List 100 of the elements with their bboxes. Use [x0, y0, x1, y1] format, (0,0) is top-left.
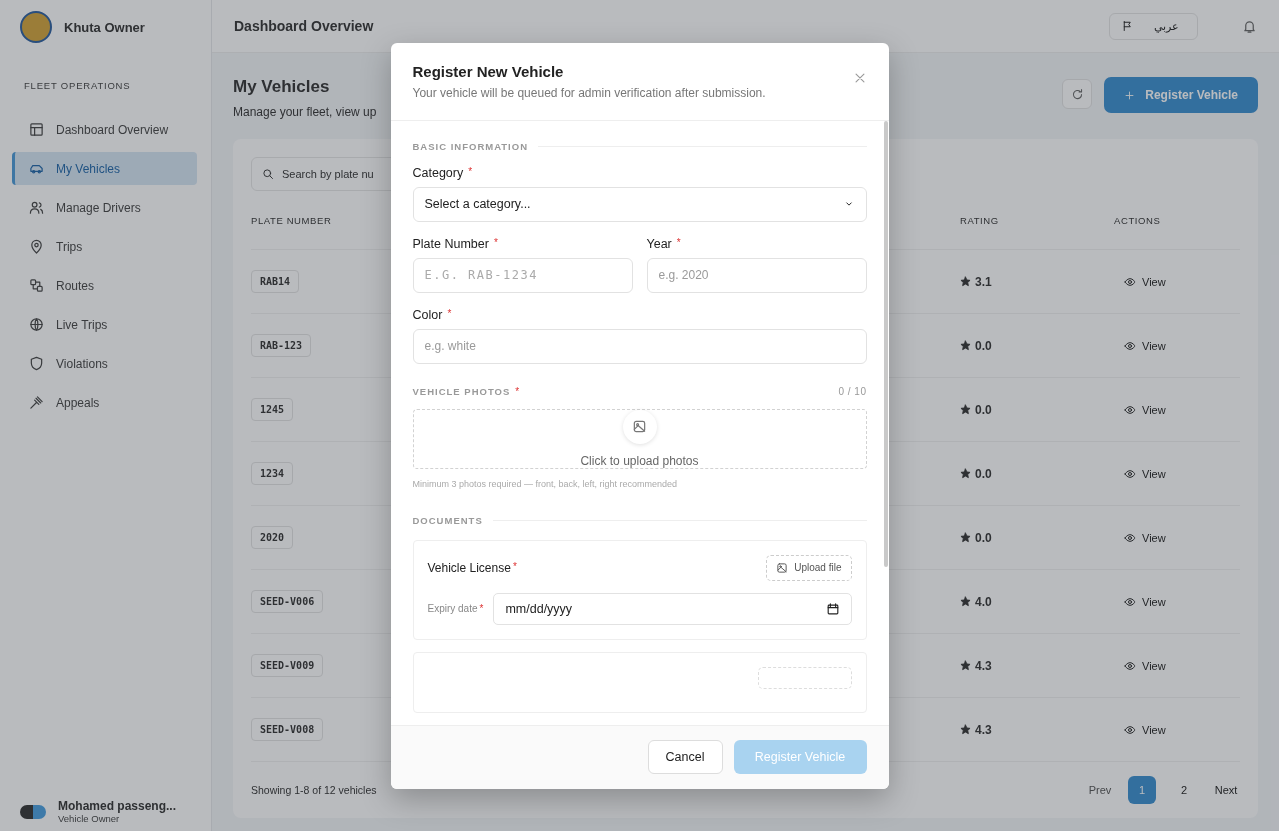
- eye-icon: [1124, 403, 1136, 416]
- rating-value: 0.0: [975, 530, 992, 545]
- eye-icon: [1124, 531, 1136, 544]
- select-field[interactable]: Select a category...: [412, 186, 867, 222]
- view-link[interactable]: View: [1124, 403, 1240, 416]
- star-icon: [960, 596, 971, 607]
- eye-icon: [1124, 595, 1136, 608]
- plate-number: 1234: [251, 462, 294, 485]
- document-title: Vehicle License: [427, 560, 511, 575]
- star-icon: [960, 532, 971, 543]
- plate-number: SEED-V009: [251, 654, 324, 677]
- prev-link[interactable]: Prev: [1086, 776, 1114, 804]
- next-link[interactable]: Next: [1212, 776, 1240, 804]
- photo-dropzone[interactable]: Click to upload photos: [412, 408, 867, 469]
- required-mark: *: [515, 385, 520, 397]
- dialog-title: Register New Vehicle: [412, 62, 565, 80]
- star-icon: [960, 724, 971, 735]
- rating-value: 4.3: [975, 722, 992, 737]
- star-icon: [960, 276, 971, 287]
- gavel-icon: [29, 395, 44, 410]
- view-link[interactable]: View: [1124, 467, 1240, 480]
- user-role: Vehicle Owner: [58, 813, 121, 824]
- required-mark: *: [479, 603, 484, 614]
- required-mark: *: [512, 560, 517, 574]
- required-mark: *: [493, 236, 498, 250]
- section-heading: BASIC INFORMATION: [412, 140, 528, 152]
- users-icon: [29, 200, 44, 215]
- input-field[interactable]: e.g. 2020: [646, 257, 867, 293]
- results-summary: Showing 1-8 of 12 vehicles: [251, 784, 377, 796]
- rating-value: 3.1: [975, 274, 992, 289]
- plate-number: 2020: [251, 526, 294, 549]
- shield-icon: [29, 356, 44, 371]
- field-label: Plate Number: [412, 236, 489, 251]
- page-subtitle: Manage your fleet, view up: [233, 105, 377, 119]
- sidebar-item[interactable]: Manage Drivers: [12, 191, 197, 224]
- sidebar-item[interactable]: Dashboard Overview: [12, 113, 197, 146]
- star-icon: [960, 404, 971, 415]
- avatar-icon: [20, 804, 46, 819]
- rating-value: 4.3: [975, 658, 992, 673]
- plus-icon: [1124, 89, 1136, 101]
- page-title: My Vehicles: [233, 77, 330, 97]
- map-pin-icon: [29, 239, 44, 254]
- plate-number: SEED-V006: [251, 590, 324, 613]
- star-icon: [960, 468, 971, 479]
- star-icon: [960, 340, 971, 351]
- section-label: FLEET OPERATIONS: [23, 80, 132, 91]
- sidebar-item[interactable]: Trips: [12, 230, 197, 263]
- view-link[interactable]: View: [1124, 595, 1240, 608]
- header-title: Dashboard Overview: [234, 18, 375, 34]
- rating-value: 0.0: [975, 466, 992, 481]
- section-heading: DOCUMENTS: [412, 514, 483, 526]
- user-name: Mohamed passeng...: [58, 799, 177, 813]
- bell-icon: [1242, 18, 1257, 34]
- brand-name: Khuta Owner: [64, 19, 145, 35]
- eye-icon: [1124, 723, 1136, 736]
- field-label: Category: [412, 165, 464, 180]
- page-link[interactable]: 2: [1170, 776, 1198, 804]
- required-mark: *: [676, 236, 681, 250]
- rating-value: 0.0: [975, 402, 992, 417]
- required-mark: *: [468, 165, 473, 179]
- grid-icon: [29, 122, 44, 137]
- view-link[interactable]: View: [1124, 723, 1240, 736]
- view-link[interactable]: View: [1124, 659, 1240, 672]
- rating-value: 4.0: [975, 594, 992, 609]
- eye-icon: [1124, 339, 1136, 352]
- rating-value: 0.0: [975, 338, 992, 353]
- refresh-icon: [1070, 87, 1084, 101]
- sidebar-item[interactable]: Appeals: [12, 386, 197, 419]
- sidebar-item[interactable]: Live Trips: [12, 308, 197, 341]
- eye-icon: [1124, 275, 1136, 288]
- plate-number: SEED-V008: [251, 718, 324, 741]
- plate-number: RAB-123: [251, 334, 312, 357]
- route-icon: [29, 278, 44, 293]
- expiry-label: Expiry date: [427, 603, 478, 614]
- photo-count: 0 / 10: [838, 385, 867, 397]
- image-icon: [776, 561, 789, 574]
- upload-file-button[interactable]: Upload file: [766, 554, 852, 581]
- logo-icon: [20, 11, 52, 43]
- column-header: PLATE NUMBER: [251, 214, 333, 226]
- section-heading: VEHICLE PHOTOS: [412, 385, 511, 397]
- input-field[interactable]: e.g. white: [412, 328, 867, 364]
- scrollbar[interactable]: [883, 120, 888, 567]
- refresh-button[interactable]: [1062, 79, 1093, 109]
- date-field[interactable]: mm/dd/yyyy: [493, 592, 852, 625]
- photo-hint: Minimum 3 photos required — front, back, left, right recommended: [412, 478, 679, 489]
- calendar-icon: [825, 601, 840, 616]
- column-header: ACTIONS: [1114, 214, 1162, 226]
- globe-icon: [29, 317, 44, 332]
- view-link[interactable]: View: [1124, 275, 1240, 288]
- eye-icon: [1124, 659, 1136, 672]
- sidebar-item[interactable]: Routes: [12, 269, 197, 302]
- field-label: Year: [646, 236, 672, 251]
- image-icon: [632, 419, 647, 434]
- view-link[interactable]: View: [1124, 531, 1240, 544]
- input-field[interactable]: E.G. RAB-1234: [412, 257, 633, 293]
- cancel-button[interactable]: Cancel: [647, 740, 723, 774]
- field-label: Color: [412, 307, 443, 322]
- language-option[interactable]: عربي: [1148, 17, 1185, 35]
- view-link[interactable]: View: [1124, 339, 1240, 352]
- sidebar-item[interactable]: Violations: [12, 347, 197, 380]
